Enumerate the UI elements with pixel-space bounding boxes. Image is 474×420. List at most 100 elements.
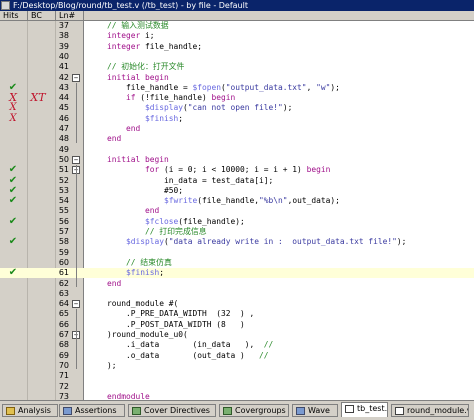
- line-number: 45: [58, 103, 69, 113]
- code-text: )round_module_u0(: [88, 330, 188, 339]
- code-text: $display("can not open file!");: [145, 103, 293, 113]
- analysis-icon: [6, 407, 15, 415]
- code-line-52[interactable]: ✔ 52 in_data = test_data[i];: [0, 175, 474, 186]
- tab-covergroups[interactable]: Covergroups: [219, 404, 289, 417]
- line-number: 59: [58, 247, 69, 257]
- tab-round-module-v[interactable]: round_module.v: [391, 404, 469, 417]
- line-number: 70: [58, 360, 69, 370]
- code-line-50[interactable]: 50− initial begin: [0, 155, 474, 165]
- code-line-48[interactable]: 48 end: [0, 134, 474, 144]
- covered-check-icon: ✔: [8, 267, 18, 279]
- cover-directives-icon: [132, 407, 141, 415]
- line-number: 52: [58, 175, 69, 185]
- code-line-70[interactable]: 70 );: [0, 361, 474, 371]
- code-line-73[interactable]: 73 endmodule: [0, 392, 474, 400]
- tab-analysis[interactable]: Analysis: [2, 404, 58, 417]
- code-text: // 初始化：打开文件: [107, 62, 185, 72]
- tab-label: Wave: [308, 406, 330, 415]
- code-line-54[interactable]: ✔ 54 $fwrite(file_handle,"%b\n",out_data)…: [0, 195, 474, 206]
- code-line-40[interactable]: 40: [0, 52, 474, 62]
- code-line-69[interactable]: 69 .o_data (out_data ) //: [0, 351, 474, 361]
- code-line-66[interactable]: 66 .P_POST_DATA_WIDTH (8 ): [0, 320, 474, 330]
- code-text: end: [145, 206, 160, 216]
- code-text: $finish;: [126, 268, 165, 278]
- code-line-49[interactable]: 49: [0, 145, 474, 155]
- code-line-38[interactable]: 38 integer i;: [0, 31, 474, 41]
- code-line-72[interactable]: 72: [0, 382, 474, 392]
- column-header: Hits BC Ln#: [0, 11, 474, 21]
- fold-collapse-icon[interactable]: −: [72, 300, 80, 309]
- line-number: 42: [58, 72, 69, 82]
- code-text: in_data = test_data[i];: [88, 175, 274, 185]
- code-text: .P_PRE_DATA_WIDTH (32 ) ,: [88, 309, 255, 319]
- tab-label: tb_test.v: [357, 404, 388, 413]
- line-number: 40: [58, 51, 69, 61]
- covered-check-icon: ✔: [8, 215, 18, 227]
- line-number: 51: [58, 165, 69, 175]
- tab-label: Covergroups: [235, 406, 286, 415]
- code-text: // 结束仿真: [126, 257, 172, 267]
- tab-assertions[interactable]: Assertions: [59, 404, 125, 417]
- code-text: // 输入测试数据: [107, 21, 169, 30]
- tab-wave[interactable]: Wave: [292, 404, 338, 417]
- fold-guide: [76, 82, 77, 143]
- code-line-56[interactable]: ✔ 56 $fclose(file_handle);: [0, 215, 474, 227]
- code-text: #50;: [88, 185, 184, 195]
- source-editor[interactable]: 37 // 输入测试数据 38 integer i; 39 integer file…: [0, 21, 474, 400]
- source-file-icon: [1, 1, 10, 10]
- code-line-43[interactable]: ✔ 43 file_handle = $fopen("output_data.tx…: [0, 82, 474, 93]
- code-line-41[interactable]: 41 // 初始化：打开文件: [0, 62, 474, 72]
- fold-guide: [76, 309, 77, 370]
- code-line-53[interactable]: ✔ 53 #50;: [0, 185, 474, 196]
- code-text: $display("data already write in : output…: [126, 237, 407, 247]
- line-number: 46: [58, 113, 69, 123]
- line-number: 38: [58, 31, 69, 41]
- code-line-65[interactable]: 65 .P_PRE_DATA_WIDTH (32 ) ,: [0, 309, 474, 319]
- bc-column-header[interactable]: BC: [28, 11, 56, 21]
- code-line-60[interactable]: 60 // 结束仿真: [0, 258, 474, 268]
- line-number: 67: [58, 330, 69, 339]
- line-number: 41: [58, 62, 69, 72]
- code-line-57[interactable]: 57 // 打印完成信息: [0, 227, 474, 237]
- code-line-71[interactable]: 71: [0, 371, 474, 381]
- code-text: .P_POST_DATA_WIDTH (8 ): [88, 319, 245, 329]
- code-line-68[interactable]: 68 .i_data (in_data ), //: [0, 340, 474, 350]
- line-number: 73: [58, 391, 69, 400]
- code-text: $finish;: [145, 113, 184, 123]
- code-line-45[interactable]: X 45 $display("can not open file!");: [0, 103, 474, 114]
- code-line-47[interactable]: 47 end: [0, 124, 474, 134]
- hits-column-header[interactable]: Hits: [0, 11, 28, 21]
- line-number: 44: [58, 93, 69, 103]
- code-line-58[interactable]: ✔ 58 $display("data already write in : ou…: [0, 236, 474, 247]
- code-line-55[interactable]: 55 end: [0, 206, 474, 216]
- code-line-46[interactable]: X 46 $finish;: [0, 113, 474, 124]
- code-text: end: [126, 124, 141, 133]
- code-line-51[interactable]: ✔51− for (i = 0; i < 10000; i = i + 1) b…: [0, 164, 474, 175]
- code-text: end: [107, 278, 122, 288]
- tab-cover-directives[interactable]: Cover Directives: [128, 404, 216, 417]
- code-line-44[interactable]: X XT 44 if (!file_handle) begin: [0, 92, 474, 103]
- tab-tb-test-v[interactable]: tb_test.v: [341, 402, 388, 417]
- code-line-39[interactable]: 39 integer file_handle;: [0, 42, 474, 52]
- code-line-37[interactable]: 37 // 输入测试数据: [0, 21, 474, 31]
- line-number: 37: [58, 21, 69, 30]
- code-line-42[interactable]: 42− initial begin: [0, 73, 474, 83]
- code-line-64[interactable]: 64− round_module #(: [0, 299, 474, 309]
- code-text: initial begin: [107, 72, 169, 82]
- line-number: 39: [58, 41, 69, 51]
- line-number: 69: [58, 350, 69, 360]
- fold-collapse-icon[interactable]: −: [72, 155, 80, 164]
- code-line-67[interactable]: 67− )round_module_u0(: [0, 330, 474, 340]
- tab-label: round_module.v: [407, 406, 469, 415]
- code-line-63[interactable]: 63: [0, 289, 474, 299]
- line-number: 58: [58, 237, 69, 247]
- tab-label: Assertions: [75, 406, 117, 415]
- code-line-62[interactable]: 62 end: [0, 279, 474, 289]
- code-text: file_handle = $fopen("output_data.txt", …: [88, 82, 340, 92]
- code-line-61[interactable]: ✔ 61 $finish;: [0, 267, 474, 279]
- line-number-column-header[interactable]: Ln#: [56, 11, 84, 21]
- code-line-59[interactable]: 59: [0, 248, 474, 258]
- fold-collapse-icon[interactable]: −: [72, 73, 80, 82]
- window-title-bar: F:/Desktop/Blog/round/tb_test.v (/tb_tes…: [0, 0, 474, 11]
- line-number: 63: [58, 288, 69, 298]
